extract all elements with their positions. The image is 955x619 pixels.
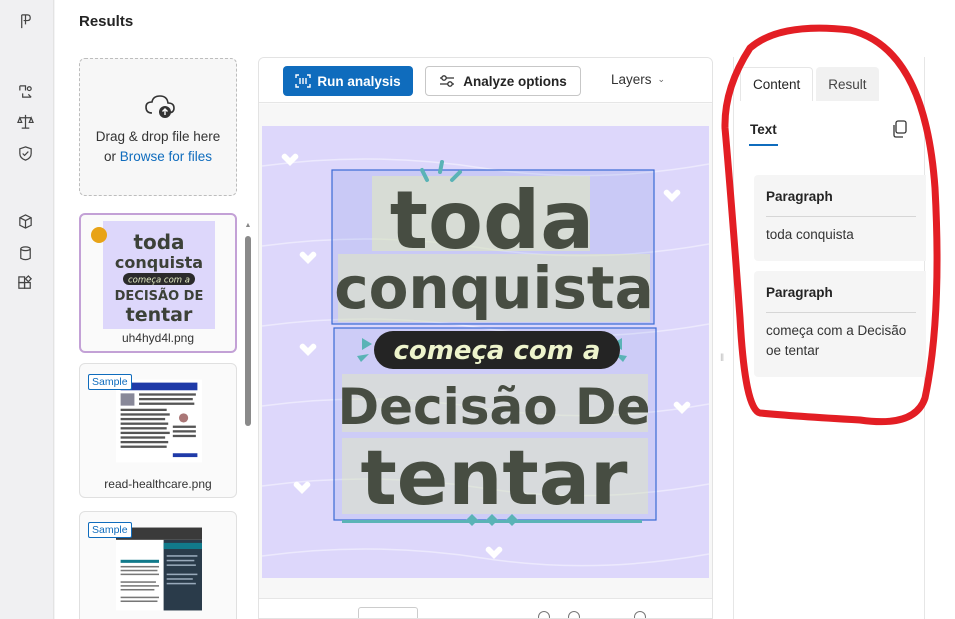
paragraph-heading: Paragraph <box>766 285 833 300</box>
run-analysis-button[interactable]: Run analysis <box>283 66 413 96</box>
dropzone-or-text: or <box>103 149 116 164</box>
scrollbar-thumb[interactable] <box>245 236 251 426</box>
file-dropzone[interactable]: Drag & drop file here or Browse for file… <box>79 58 237 196</box>
svg-text:começa com a: começa com a <box>128 276 190 286</box>
viewer-toolbar: Run analysis Analyze options Layers ⌄ <box>259 58 712 103</box>
results-tabs: Content Result <box>740 67 879 101</box>
results-panel: Content Result Text Paragraph toda conqu… <box>733 57 926 619</box>
cube-icon[interactable] <box>16 212 34 230</box>
zoom-in-icon[interactable] <box>568 611 580 618</box>
file-list-scrollbar[interactable]: ▲ <box>244 222 252 619</box>
poster-line-5: tentar <box>360 433 628 522</box>
card-divider <box>766 216 916 217</box>
analyze-icon <box>295 74 312 88</box>
main-panel: Results Drag & drop file here or Browse … <box>55 0 955 619</box>
subtab-text[interactable]: Text <box>750 122 777 137</box>
options-sliders-icon <box>440 75 455 87</box>
page-title: Results <box>79 13 134 30</box>
scroll-up-arrow-icon[interactable]: ▲ <box>244 222 252 230</box>
document-viewer: Run analysis Analyze options Layers ⌄ to… <box>258 57 713 619</box>
panel-resize-handle[interactable]: ‖ <box>720 352 726 366</box>
shield-check-icon[interactable] <box>16 144 34 162</box>
file-name: read-healthcare.png <box>104 477 212 491</box>
paragraph-card: Paragraph começa com a Decisão oe tentar <box>754 271 926 377</box>
dropzone-text: Drag & drop file here <box>95 129 221 144</box>
file-thumbnail-resume[interactable]: Sample <box>79 511 237 619</box>
file-thumbnail-read-healthcare[interactable]: Sample read-healthcare.png <box>79 363 237 498</box>
zoom-out-icon[interactable] <box>538 611 550 618</box>
add-app-icon[interactable] <box>16 274 34 292</box>
layers-dropdown[interactable]: Layers ⌄ <box>611 72 665 87</box>
database-icon[interactable] <box>16 244 34 262</box>
analyze-options-button[interactable]: Analyze options <box>425 66 581 96</box>
analyzed-image: toda conquista começa com a Decisão De t… <box>262 126 709 578</box>
fit-page-icon[interactable] <box>634 611 646 618</box>
sample-badge: Sample <box>88 374 132 390</box>
copy-icon[interactable] <box>892 120 908 138</box>
dropzone-browse-line: or Browse for files <box>80 149 236 164</box>
thumbnail-image: toda conquista começa com a DECISÃO DE t… <box>103 221 215 329</box>
paragraph-text: começa com a Decisão oe tentar <box>766 323 907 358</box>
paragraph-heading: Paragraph <box>766 189 833 204</box>
poster-line-3: começa com a <box>394 336 601 366</box>
poster-line-2: conquista <box>334 254 654 322</box>
page-number-input[interactable] <box>358 607 418 618</box>
run-analysis-label: Run analysis <box>317 73 401 89</box>
paragraph-text: toda conquista <box>766 227 854 242</box>
svg-text:toda: toda <box>133 230 184 254</box>
paragraph-card: Paragraph toda conquista <box>754 175 926 261</box>
file-name: uh4hyd4l.png <box>121 331 195 345</box>
document-stage: toda conquista começa com a Decisão De t… <box>259 104 712 598</box>
layers-label: Layers <box>611 72 652 87</box>
svg-text:tentar: tentar <box>126 304 193 326</box>
browse-files-link[interactable]: Browse for files <box>120 149 212 164</box>
poster-line-4: Decisão De <box>338 378 651 436</box>
app-logo-icon[interactable] <box>16 12 34 30</box>
scale-icon[interactable] <box>16 112 34 130</box>
svg-text:DECISÃO DE: DECISÃO DE <box>115 288 204 304</box>
viewer-bottom-bar <box>259 598 712 618</box>
cloud-upload-icon <box>145 95 175 118</box>
card-divider <box>766 312 916 313</box>
analyze-options-label: Analyze options <box>463 73 567 89</box>
tab-content[interactable]: Content <box>740 67 814 101</box>
convert-icon[interactable] <box>16 82 34 100</box>
left-nav-rail <box>0 0 54 619</box>
sample-badge: Sample <box>88 522 132 538</box>
chevron-down-icon: ⌄ <box>657 74 666 84</box>
status-dot <box>91 227 107 243</box>
svg-text:conquista: conquista <box>115 253 203 272</box>
file-thumbnail-uh4hyd4l[interactable]: toda conquista começa com a DECISÃO DE t… <box>79 213 237 353</box>
tab-result[interactable]: Result <box>816 67 879 101</box>
subtab-indicator <box>749 144 778 146</box>
